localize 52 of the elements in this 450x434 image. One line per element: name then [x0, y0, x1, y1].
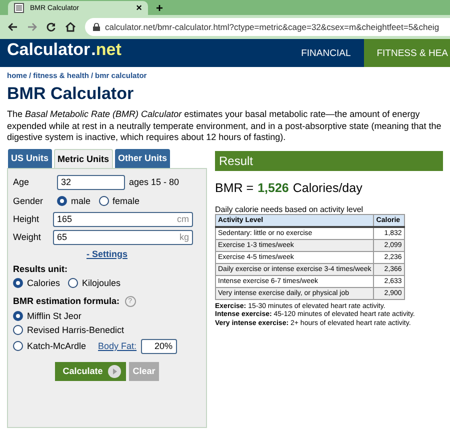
- play-icon: [108, 364, 121, 378]
- intro-paragraph: The Basal Metabolic Rate (BMR) Calculator estimates your basal metabolic rate—the amount of energy expended while at rest in a neutrally temperate environment, and in a post-absorptive state (meaning that the digestive system is inactive, which requires about 12 hours of fasting).: [7, 109, 442, 144]
- radio-label: Calories: [27, 278, 60, 288]
- field-label: Age: [13, 177, 30, 187]
- age-hint: ages 15 - 80: [129, 177, 180, 187]
- radio-button[interactable]: [13, 341, 23, 351]
- bmr-label: BMR =: [215, 180, 254, 194]
- calculate-button[interactable]: Calculate: [54, 362, 126, 380]
- bmr-unit: Calories/day: [292, 180, 362, 194]
- unit-tab[interactable]: Other Units: [115, 148, 170, 168]
- close-tab-button[interactable]: ×: [136, 2, 142, 14]
- reload-icon[interactable]: [46, 22, 56, 32]
- radio-button[interactable]: [13, 324, 23, 334]
- bmr-value: 1,526: [258, 180, 289, 194]
- back-icon[interactable]: [8, 22, 18, 32]
- height-input[interactable]: 165 cm: [53, 212, 193, 226]
- radio-button[interactable]: [98, 196, 109, 206]
- unit-tab[interactable]: Metric Units: [54, 148, 114, 168]
- page-title: BMR Calculator: [7, 84, 135, 104]
- radio-button[interactable]: [13, 278, 23, 288]
- lock-icon: [93, 23, 100, 31]
- field-label: Height: [13, 214, 40, 224]
- radio-label: female: [112, 196, 140, 206]
- radio-button[interactable]: [13, 310, 23, 320]
- new-tab-button[interactable]: +: [156, 1, 164, 15]
- radio-label: male: [71, 196, 91, 206]
- unit-tab[interactable]: US Units: [8, 148, 52, 168]
- body-fat-link[interactable]: Body Fat:: [98, 341, 137, 351]
- section-label: BMR estimation formula:: [13, 296, 120, 306]
- forward-icon[interactable]: [27, 22, 37, 32]
- home-icon[interactable]: [65, 22, 76, 32]
- field-label: Gender: [13, 196, 44, 206]
- weight-input[interactable]: 65 kg: [53, 230, 193, 244]
- nav-link[interactable]: FINANCIAL: [288, 39, 364, 67]
- page-icon: [14, 3, 24, 13]
- radio-label: Mifflin St Jeor: [27, 310, 82, 320]
- section-label: Results unit:: [13, 264, 69, 274]
- nav-link[interactable]: FITNESS & HEA: [364, 39, 450, 67]
- table-caption: Daily calorie needs based on activity level: [215, 204, 364, 214]
- settings-link[interactable]: - Settings: [86, 248, 128, 258]
- result-header: Result: [215, 150, 443, 170]
- radio-label: Revised Harris-Benedict: [27, 324, 124, 334]
- radio-button[interactable]: [57, 196, 67, 206]
- address-bar[interactable]: calculator.net/bmr-calculator.html?ctype=metric&cage=32&csex=m&cheightfeet=5&cheig: [85, 18, 450, 36]
- radio-label: Katch-McArdle: [27, 341, 86, 351]
- url-text: calculator.net/bmr-calculator.html?ctype=metric&cage=32&csex=m&cheightfeet=5&cheig: [105, 22, 440, 32]
- radio-label: Kilojoules: [82, 278, 121, 288]
- age-input[interactable]: 32: [57, 174, 125, 190]
- site-logo[interactable]: Calculator.net: [7, 39, 122, 60]
- body-fat-input[interactable]: 20%: [140, 338, 177, 354]
- field-label: Weight: [13, 232, 42, 242]
- radio-button[interactable]: [68, 278, 78, 288]
